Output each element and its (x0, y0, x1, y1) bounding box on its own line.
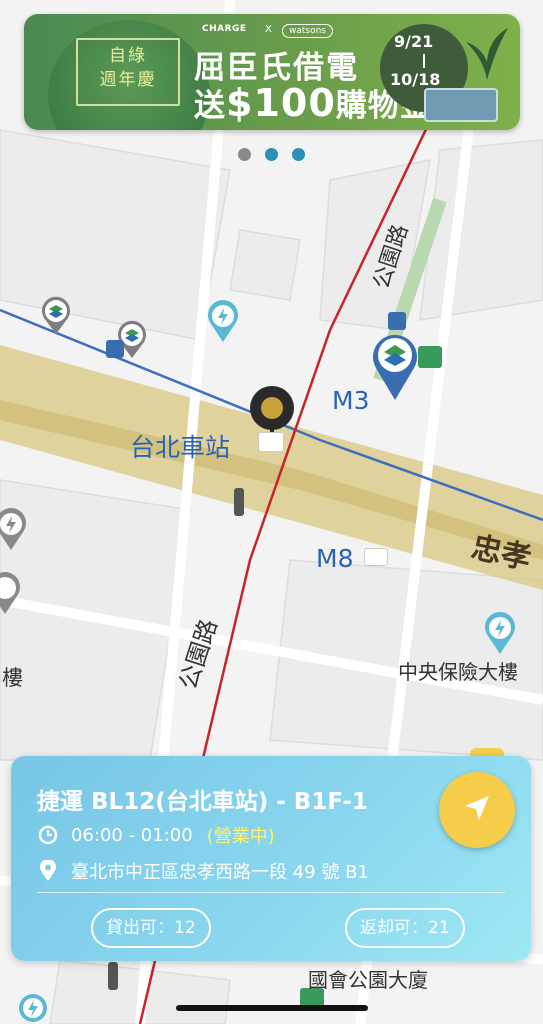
banner-frame-line1: 自綠 (109, 46, 147, 66)
banner-headline-amount: $100 (226, 81, 336, 125)
charge-marker-icon[interactable] (206, 300, 240, 344)
banner-frame-line2: 週年慶 (99, 70, 157, 90)
bus-stop-icon (106, 340, 124, 358)
building-label-zhongyang: 中央保險大樓 (398, 660, 518, 684)
banner-date-start: 9/21 (394, 32, 434, 51)
brand-charge-logo: CHARGE (202, 24, 247, 34)
clock-icon (37, 824, 59, 846)
metro-exit-icon (258, 432, 284, 452)
rent-available-badge[interactable]: 貸出可：12 (91, 908, 211, 948)
building-label-left: 樓 (2, 666, 23, 690)
banner-date-separator (423, 54, 425, 68)
location-pin-icon (37, 860, 59, 882)
bus-stop-icon (388, 312, 406, 330)
station-label-taipei-main: 台北車站 (130, 433, 231, 462)
banner-headline-pre: 送 (194, 88, 226, 124)
hours-row: 06:00 - 01:00 (營業中) (37, 822, 275, 848)
navigate-arrow-icon (461, 792, 493, 828)
station-address: 臺北市中正區忠孝西路一段 49 號 B1 (71, 862, 369, 883)
station-status: (營業中) (206, 826, 275, 847)
metro-taipei-marker-icon[interactable] (370, 330, 420, 402)
traffic-light-icon (234, 488, 244, 516)
exit-label-m3: M3 (332, 386, 370, 415)
promo-banner[interactable]: 自綠 週年慶 CHARGE X watsons 屈臣氏借電 送$100購物金 9… (24, 14, 520, 130)
return-available-badge[interactable]: 返却可：21 (345, 908, 465, 948)
carousel-dots (0, 146, 543, 165)
metro-taipei-marker-icon[interactable] (40, 296, 72, 336)
charge-marker-icon[interactable] (16, 992, 50, 1024)
brand-x: X (265, 24, 272, 35)
carousel-dot-active[interactable] (292, 148, 305, 161)
station-info-card[interactable]: 捷運 BL12(台北車站) - B1F-1 06:00 - 01:00 (營業中… (11, 756, 531, 961)
metro-exit-icon (364, 548, 388, 566)
station-title: 捷運 BL12(台北車站) - B1F-1 (37, 789, 368, 815)
address-row: 臺北市中正區忠孝西路一段 49 號 B1 (37, 858, 369, 884)
exit-label-m8: M8 (316, 544, 354, 573)
brand-watsons-logo: watsons (282, 24, 333, 38)
carousel-dot[interactable] (238, 148, 251, 161)
power-bank-card-icon (424, 88, 498, 122)
home-indicator[interactable] (176, 1005, 368, 1011)
charge-marker-icon[interactable] (0, 508, 28, 552)
charge-marker-icon[interactable] (0, 572, 22, 616)
station-hours: 06:00 - 01:00 (71, 824, 193, 846)
carousel-dot-active[interactable] (265, 148, 278, 161)
charge-marker-icon[interactable] (483, 612, 517, 656)
traffic-light-icon (108, 962, 118, 990)
card-divider (37, 892, 505, 893)
family-mart-icon (418, 346, 442, 368)
palm-leaf-icon (464, 22, 510, 82)
banner-frame-text: 自綠 週年慶 (82, 44, 174, 92)
banner-date-end: 10/18 (390, 70, 441, 89)
building-label-guohui: 國會公園大廈 (308, 968, 428, 992)
navigate-button[interactable] (439, 772, 515, 848)
